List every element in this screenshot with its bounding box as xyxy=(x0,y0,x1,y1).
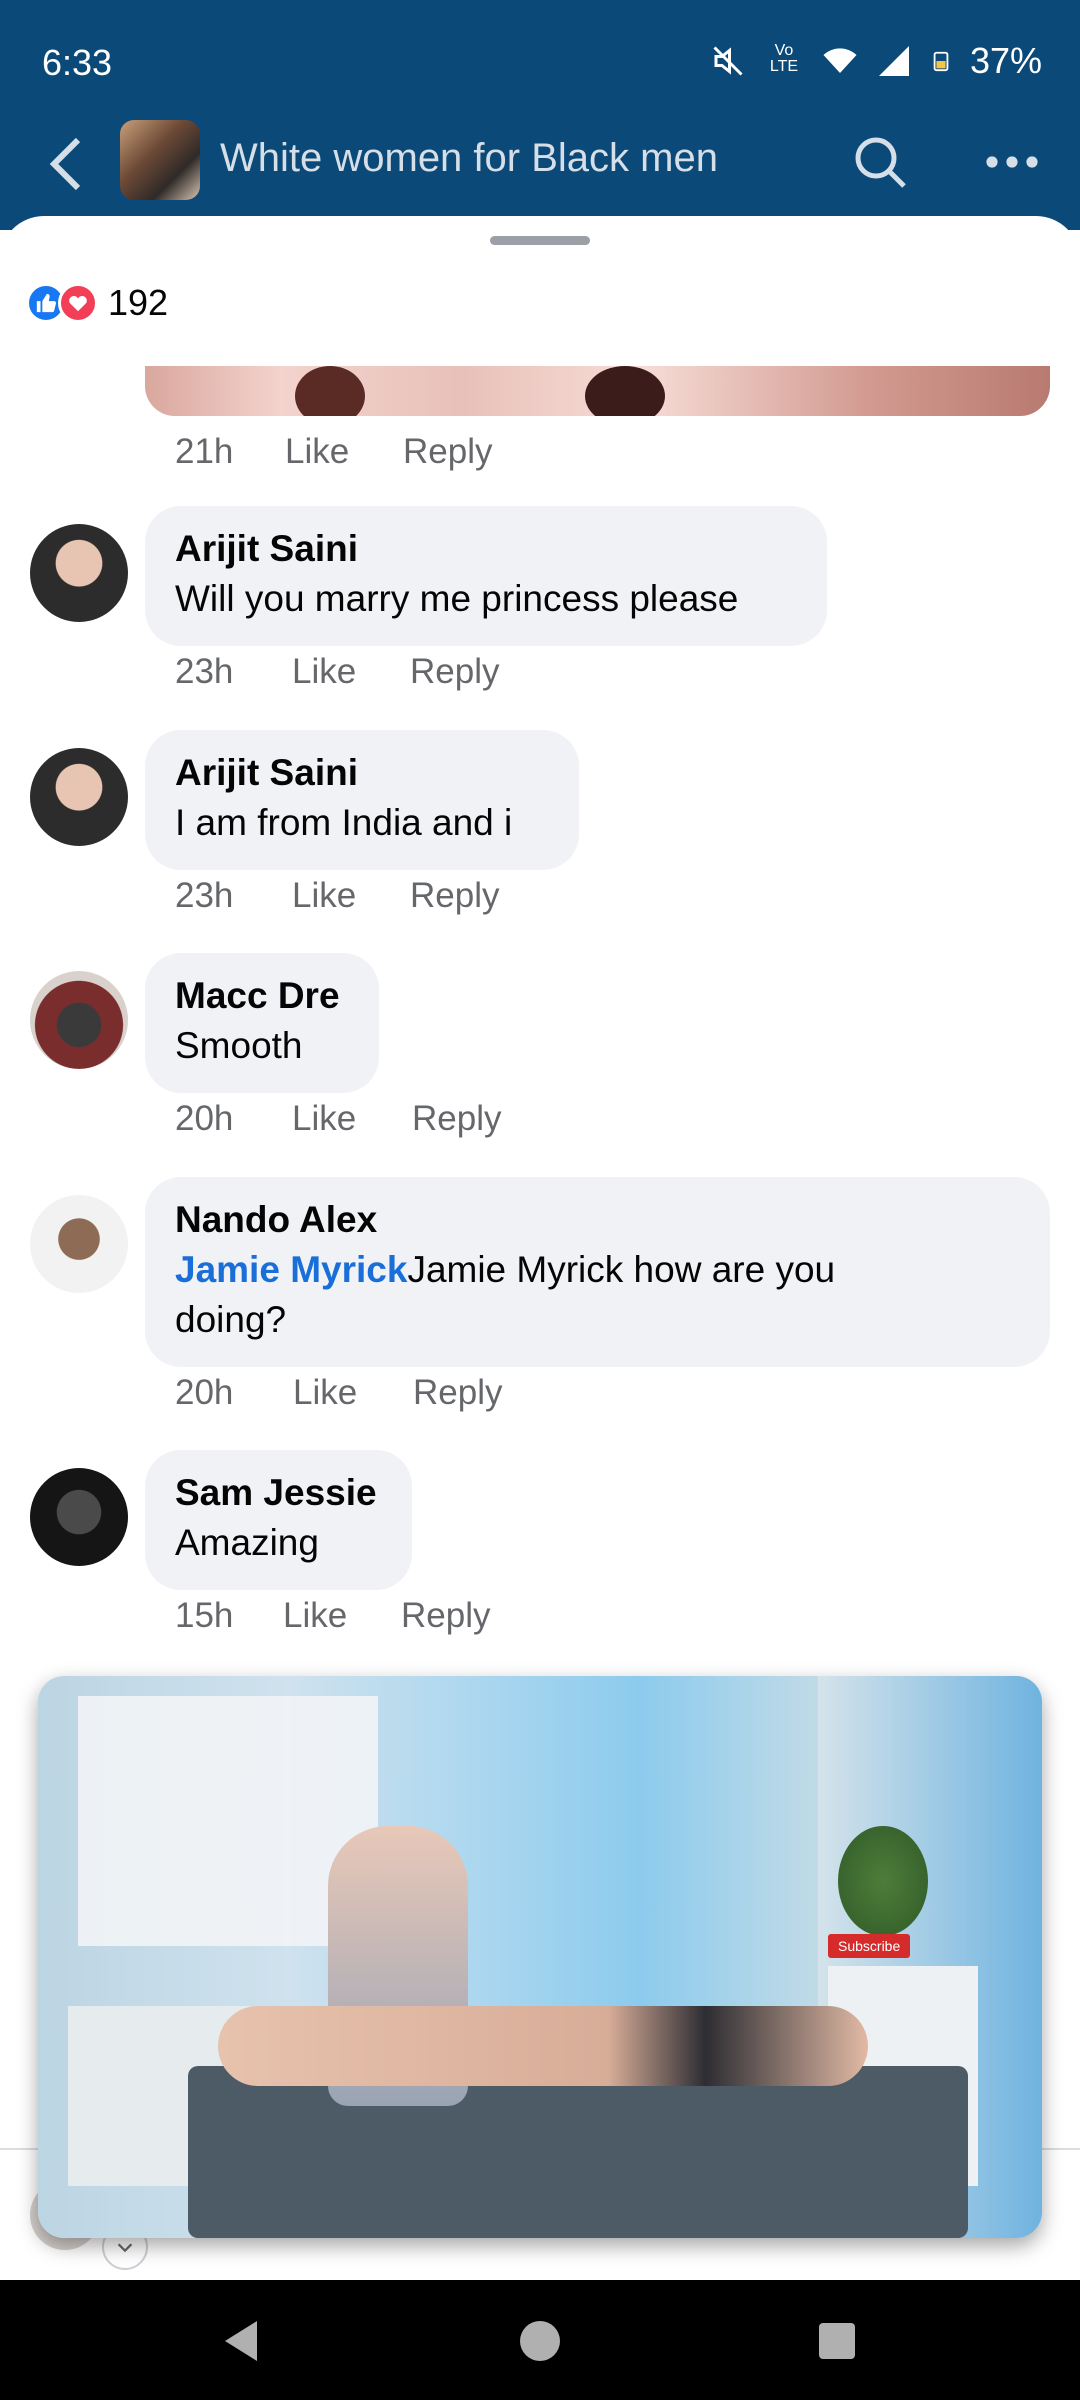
comment-text: Smooth xyxy=(175,1025,303,1066)
reply-button[interactable]: Reply xyxy=(403,432,492,472)
avatar[interactable] xyxy=(30,1468,128,1566)
subscribe-badge: Subscribe xyxy=(828,1934,911,1958)
comment-author[interactable]: Arijit Saini xyxy=(175,524,797,574)
nav-back-button[interactable] xyxy=(214,2314,268,2368)
reply-button[interactable]: Reply xyxy=(413,1373,502,1413)
status-time: 6:33 xyxy=(42,42,113,83)
comment-bubble[interactable]: Nando Alex Jamie MyrickJamie Myrick how … xyxy=(145,1177,1050,1367)
reaction-summary[interactable]: 192 xyxy=(26,282,168,324)
more-dots-icon xyxy=(986,156,1038,168)
comment-author[interactable]: Sam Jessie xyxy=(175,1468,382,1518)
floating-video-player[interactable]: Subscribe xyxy=(38,1676,1042,2238)
back-triangle-icon xyxy=(225,2321,257,2361)
comment-time: 15h xyxy=(175,1596,234,1635)
search-icon xyxy=(855,137,906,188)
comment-bubble[interactable]: Sam Jessie Amazing xyxy=(145,1450,412,1590)
drag-handle[interactable] xyxy=(490,236,590,245)
comment-author[interactable]: Macc Dre xyxy=(175,971,349,1021)
reaction-count: 192 xyxy=(108,282,169,323)
like-button[interactable]: Like xyxy=(292,1099,412,1139)
back-button[interactable] xyxy=(36,134,96,194)
mute-icon xyxy=(713,46,743,76)
group-avatar[interactable] xyxy=(120,120,200,200)
group-title[interactable]: White women for Black men xyxy=(220,136,718,181)
battery-percent: 37% xyxy=(969,40,1042,81)
like-button[interactable]: Like xyxy=(293,1373,413,1413)
nav-recents-button[interactable] xyxy=(810,2314,864,2368)
avatar[interactable] xyxy=(30,748,128,846)
comment-time: 20h xyxy=(175,1373,234,1412)
search-button[interactable] xyxy=(850,132,910,192)
comment-meta: 15h Like Reply xyxy=(175,1596,490,1636)
back-arrow-icon xyxy=(49,137,81,191)
home-circle-icon xyxy=(520,2321,560,2361)
reply-button[interactable]: Reply xyxy=(401,1596,490,1636)
signal-icon xyxy=(878,46,909,76)
avatar[interactable] xyxy=(30,524,128,622)
recents-square-icon xyxy=(819,2323,855,2359)
like-button[interactable]: Like xyxy=(285,432,403,472)
comment-time: 21h xyxy=(175,432,234,471)
comment-text: Amazing xyxy=(175,1522,319,1563)
reply-button[interactable]: Reply xyxy=(410,652,499,692)
battery-icon xyxy=(933,51,949,72)
comment-meta: 20h Like Reply xyxy=(175,1099,501,1139)
comment-text: I am from India and i xyxy=(175,802,513,843)
more-button[interactable] xyxy=(980,132,1044,192)
comment-time: 23h xyxy=(175,652,234,691)
status-bar: 6:33 Vo LTE 37% xyxy=(0,0,1080,126)
avatar[interactable] xyxy=(30,971,128,1069)
comment-author[interactable]: Nando Alex xyxy=(175,1195,1020,1245)
nav-home-button[interactable] xyxy=(513,2314,567,2368)
like-button[interactable]: Like xyxy=(283,1596,401,1636)
massage-table xyxy=(188,2066,968,2238)
love-reaction-icon xyxy=(58,283,98,323)
comment-meta: 21h Like Reply xyxy=(175,432,492,472)
mention-link[interactable]: Jamie Myrick xyxy=(175,1249,407,1290)
avatar[interactable] xyxy=(30,1195,128,1293)
like-button[interactable]: Like xyxy=(292,876,410,916)
comment-bubble[interactable]: Arijit Saini I am from India and i xyxy=(145,730,579,870)
comment-text: Jamie MyrickJamie Myrick how are you doi… xyxy=(175,1245,935,1345)
system-nav-bar xyxy=(0,2280,1080,2400)
comment-meta: 23h Like Reply xyxy=(175,876,499,916)
volte-icon: Vo LTE xyxy=(769,42,799,75)
group-header: White women for Black men xyxy=(0,120,1080,220)
comment-bubble[interactable]: Macc Dre Smooth xyxy=(145,953,379,1093)
chevron-down-icon xyxy=(117,2243,133,2253)
reply-button[interactable]: Reply xyxy=(412,1099,501,1139)
reply-button[interactable]: Reply xyxy=(410,876,499,916)
comment-meta: 20h Like Reply xyxy=(175,1373,502,1413)
comment-image[interactable] xyxy=(145,366,1050,416)
wifi-icon xyxy=(823,48,857,73)
comment-time: 20h xyxy=(175,1099,234,1138)
comment-time: 23h xyxy=(175,876,234,915)
comment-bubble[interactable]: Arijit Saini Will you marry me princess … xyxy=(145,506,827,646)
top-bar: 6:33 Vo LTE 37% White women for Black me… xyxy=(0,0,1080,230)
comment-text: Will you marry me princess please xyxy=(175,578,739,619)
comment-meta: 23h Like Reply xyxy=(175,652,499,692)
comment-author[interactable]: Arijit Saini xyxy=(175,748,549,798)
like-button[interactable]: Like xyxy=(292,652,410,692)
status-icons: Vo LTE 37% xyxy=(710,40,1042,82)
